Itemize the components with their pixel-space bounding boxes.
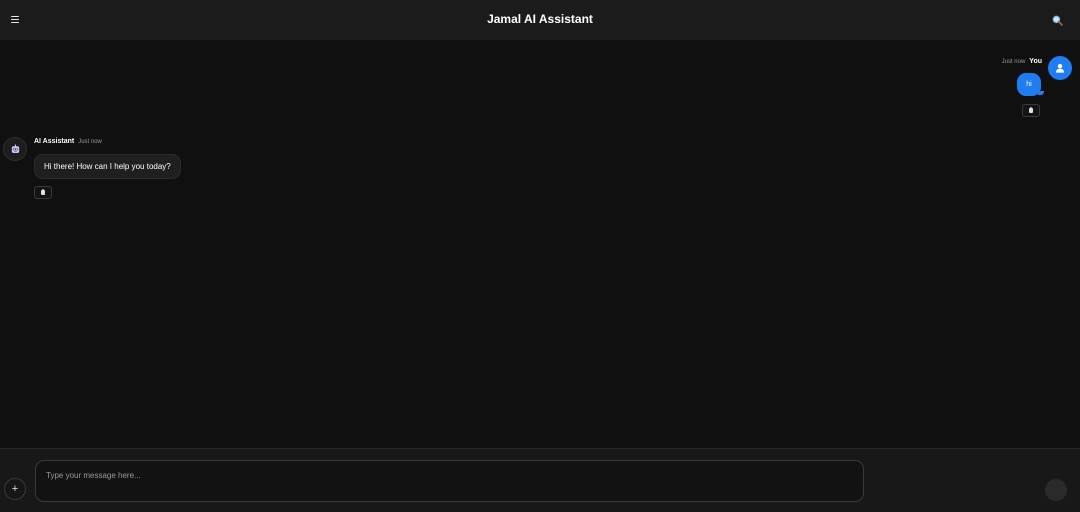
chat-app: Jamal AI Assistant Just now You hi AI As… bbox=[0, 0, 1080, 512]
page-title: Jamal AI Assistant bbox=[487, 12, 593, 26]
message-list: Just now You hi AI Assistant Just now Hi… bbox=[0, 40, 1080, 448]
assistant-message-meta: AI Assistant Just now bbox=[34, 138, 102, 150]
clipboard-icon bbox=[1029, 107, 1033, 113]
assistant-avatar bbox=[3, 137, 27, 161]
attach-button[interactable]: + bbox=[4, 478, 26, 500]
app-header: Jamal AI Assistant bbox=[0, 0, 1080, 40]
hamburger-menu-icon bbox=[11, 15, 19, 23]
message-timestamp: Just now bbox=[78, 139, 102, 145]
message-sender: You bbox=[1029, 58, 1042, 65]
menu-button[interactable] bbox=[6, 10, 24, 28]
assistant-message-bubble: Hi there! How can I help you today? bbox=[34, 154, 181, 179]
copy-message-button[interactable] bbox=[34, 186, 52, 199]
clipboard-icon bbox=[41, 189, 45, 195]
copy-message-button[interactable] bbox=[1022, 104, 1040, 117]
message-sender: AI Assistant bbox=[34, 138, 75, 145]
search-icon bbox=[1052, 15, 1063, 26]
message-input[interactable] bbox=[35, 460, 864, 502]
user-silhouette-icon bbox=[1056, 64, 1064, 73]
robot-icon bbox=[11, 144, 19, 153]
send-button[interactable] bbox=[1045, 479, 1067, 501]
user-avatar bbox=[1048, 56, 1072, 80]
user-message-meta: Just now You bbox=[1002, 58, 1042, 70]
message-timestamp: Just now bbox=[1001, 59, 1026, 65]
search-button[interactable] bbox=[1052, 11, 1070, 29]
message-composer: + bbox=[0, 448, 1080, 512]
user-message-bubble: hi bbox=[1017, 73, 1044, 96]
